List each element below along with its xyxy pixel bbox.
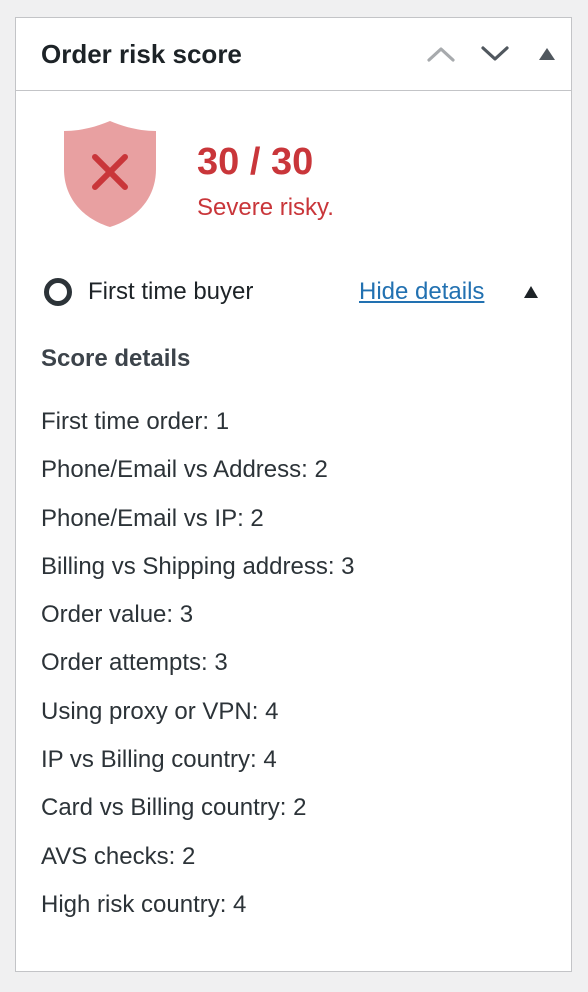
score-detail-item: Billing vs Shipping address: 3	[41, 552, 355, 580]
risk-level-label: Severe risky.	[197, 194, 334, 221]
score-details-title: Score details	[41, 345, 191, 372]
score-detail-item: Phone/Email vs Address: 2	[41, 456, 328, 484]
triangle-up-icon[interactable]	[523, 285, 539, 299]
circle-outline-icon	[44, 278, 72, 306]
move-down-button[interactable]	[477, 36, 513, 72]
score-detail-item: Using proxy or VPN: 4	[41, 697, 279, 725]
score-detail-item: First time order: 1	[41, 408, 230, 435]
score-detail-item: IP vs Billing country: 4	[41, 746, 277, 774]
buyer-status-text: First time buyer	[88, 278, 254, 305]
shield-x-icon	[64, 121, 156, 227]
score-detail-item: Order value: 3	[41, 601, 194, 629]
risk-score-value: 30 / 30	[197, 141, 314, 183]
chevron-up-icon	[427, 47, 455, 62]
buyer-status-row: First time buyer Hide details	[43, 276, 548, 308]
score-detail-item: AVS checks: 2	[41, 842, 196, 870]
move-up-button[interactable]	[423, 36, 459, 72]
triangle-up-icon	[539, 48, 555, 60]
score-detail-item: Order attempts: 3	[41, 649, 228, 677]
toggle-panel-button[interactable]	[529, 36, 565, 72]
chevron-down-icon	[481, 46, 509, 61]
panel-header: Order risk score	[16, 18, 571, 91]
score-detail-item: High risk country: 4	[41, 890, 247, 918]
hide-details-link[interactable]: Hide details	[359, 276, 484, 308]
score-detail-item: Card vs Billing country: 2	[41, 794, 307, 822]
order-risk-score-panel: Order risk score 30 / 30 Severe risky. F…	[15, 17, 572, 972]
score-detail-item: Phone/Email vs IP: 2	[41, 504, 264, 532]
risk-summary: 30 / 30 Severe risky.	[62, 119, 542, 229]
panel-title: Order risk score	[41, 39, 242, 69]
score-details-list: First time order: 1 Phone/Email vs Addre…	[41, 406, 355, 937]
